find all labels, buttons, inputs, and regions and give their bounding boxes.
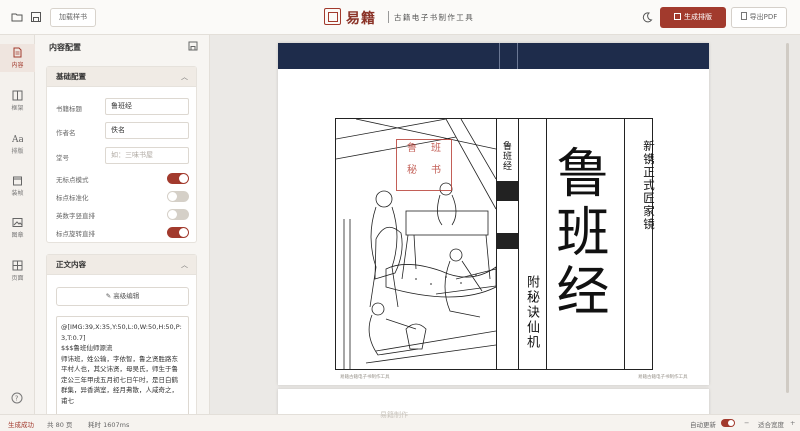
seal-char: 书 <box>431 165 441 176</box>
preview-scrollbar[interactable] <box>786 43 789 393</box>
auto-refresh-label: 自动更新 <box>690 421 716 429</box>
rotate-punctuation-toggle[interactable] <box>167 227 189 238</box>
status-state: 生成成功 <box>8 421 34 429</box>
column-line <box>546 119 547 369</box>
layout-icon <box>674 13 681 20</box>
save-icon[interactable] <box>30 11 42 23</box>
content-config-panel: 内容配置 基础配置 ︿ 书籍标题 鲁班经 作者名 佚名 堂号 如：三味书屋 无标… <box>35 35 210 414</box>
book-title-input[interactable]: 鲁班经 <box>105 98 189 115</box>
author-label: 作者名 <box>56 129 76 137</box>
toggle-label: 标点旋转直排 <box>56 230 95 238</box>
page-footer-left: 易籍古籍电子书制作工具 <box>340 375 390 380</box>
logo-divider <box>388 11 389 23</box>
spine-line <box>518 119 519 369</box>
rail-label: 框架 <box>11 105 24 112</box>
cover-page: 鲁 班 秘 书 鲁班经 鲁班经 新镌正式匠家镜 附秘诀仙机 易籍古籍电子书制作工… <box>278 43 709 385</box>
save-config-icon[interactable] <box>188 41 198 51</box>
moon-icon[interactable] <box>641 11 653 23</box>
band-divider <box>499 43 500 69</box>
grid-icon <box>12 260 23 271</box>
page-footer-right: 易籍古籍电子书制作工具 <box>638 375 688 380</box>
logo-seal-icon <box>324 8 341 25</box>
fishtail-mark <box>497 233 518 249</box>
zoom-out-icon[interactable]: − <box>744 419 749 427</box>
rail-item-page[interactable]: 页面 <box>0 257 35 285</box>
generate-label: 生成排版 <box>684 13 712 21</box>
app-logo-subtitle: 古籍电子书制作工具 <box>394 13 475 22</box>
document-icon <box>13 47 22 58</box>
auto-refresh-toggle[interactable] <box>721 419 735 427</box>
basic-config-card: 基础配置 ︿ 书籍标题 鲁班经 作者名 佚名 堂号 如：三味书屋 无标点模式 标… <box>46 66 197 243</box>
export-label: 导出PDF <box>749 13 778 21</box>
typography-icon: Aa <box>12 135 23 144</box>
rail-item-binding[interactable]: 装帧 <box>0 172 35 200</box>
no-punctuation-toggle[interactable] <box>167 173 189 184</box>
load-sample-button[interactable]: 加载样书 <box>50 8 96 27</box>
top-bar: 加载样书 易籍 古籍电子书制作工具 生成排版 导出PDF <box>0 0 800 35</box>
zoom-fit-button[interactable]: 适合宽度 <box>758 419 784 429</box>
spine-title: 鲁班经 <box>501 141 511 171</box>
body-text-editor[interactable]: @[IMG:39,X:35,Y:50,L:0,W:50,H:50,P:3,T:0… <box>56 316 189 414</box>
preview-area: 鲁 班 秘 书 鲁班经 鲁班经 新镌正式匠家镜 附秘诀仙机 易籍古籍电子书制作工… <box>210 35 800 419</box>
fishtail-mark <box>497 181 518 201</box>
panel-title: 内容配置 <box>49 43 81 52</box>
book-appendix-title: 附秘诀仙机 <box>524 275 539 350</box>
chevron-up-icon: ︿ <box>181 261 188 269</box>
app-logo-title: 易籍 <box>346 11 376 27</box>
body-content-card: 正文内容 ︿ ✎ 高级编辑 @[IMG:39,X:35,Y:50,L:0,W:5… <box>46 254 197 414</box>
zoom-in-icon[interactable]: + <box>790 419 795 427</box>
watermark: 易籍制作 <box>380 411 408 419</box>
svg-text:Aa: Aa <box>12 135 23 144</box>
rail-label: 图章 <box>11 232 24 239</box>
svg-text:?: ? <box>15 395 19 403</box>
page-count: 共 80 页 <box>47 421 73 429</box>
red-seal-stamp: 鲁 班 秘 书 <box>396 139 452 191</box>
rail-item-content[interactable]: 内容 <box>0 44 35 72</box>
chevron-up-icon: ︿ <box>181 73 188 81</box>
advanced-edit-label: 高级编辑 <box>113 292 140 300</box>
rail-item-frame[interactable]: 框架 <box>0 87 35 115</box>
rail-label: 装帧 <box>11 190 24 197</box>
punctuation-normalize-toggle[interactable] <box>167 191 189 202</box>
basic-config-title: 基础配置 <box>56 72 86 81</box>
rail-label: 页面 <box>11 275 24 282</box>
generate-layout-button[interactable]: 生成排版 <box>660 7 726 28</box>
book-main-title: 鲁班经 <box>548 145 609 322</box>
title-label: 书籍标题 <box>56 105 82 113</box>
toggle-label: 无标点模式 <box>56 176 89 184</box>
frame-icon <box>12 90 23 101</box>
render-time: 耗时 1607ms <box>88 421 130 429</box>
rail-label: 排版 <box>11 148 24 155</box>
left-nav-rail: 内容 框架 Aa 排版 装帧 图章 页面 ? <box>0 35 35 414</box>
seal-char: 秘 <box>407 165 417 176</box>
rail-item-typesetting[interactable]: Aa 排版 <box>0 130 35 158</box>
basic-config-header[interactable]: 基础配置 ︿ <box>47 67 196 87</box>
book-subtitle: 新镌正式匠家镜 <box>642 140 656 231</box>
cover-top-band <box>278 43 709 69</box>
seal-char: 鲁 <box>407 143 417 154</box>
image-icon <box>12 218 23 227</box>
author-input[interactable]: 佚名 <box>105 122 189 139</box>
folder-icon[interactable] <box>11 11 23 23</box>
hall-name-input[interactable]: 如：三味书屋 <box>105 147 189 164</box>
advanced-edit-button[interactable]: ✎ 高级编辑 <box>56 287 189 306</box>
seal-char: 班 <box>431 143 441 154</box>
file-icon <box>740 12 747 20</box>
rail-item-seal[interactable]: 图章 <box>0 214 35 242</box>
column-line <box>624 119 625 369</box>
toggle-label: 英数字竖直排 <box>56 212 95 220</box>
band-divider <box>517 43 518 69</box>
help-icon[interactable]: ? <box>11 392 23 404</box>
rail-label: 内容 <box>11 62 24 69</box>
binding-icon <box>13 176 22 186</box>
vertical-alnum-toggle[interactable] <box>167 209 189 220</box>
toggle-label: 标点标准化 <box>56 194 89 202</box>
hall-name-label: 堂号 <box>56 154 69 162</box>
body-content-header[interactable]: 正文内容 ︿ <box>47 255 196 275</box>
export-pdf-button[interactable]: 导出PDF <box>731 7 787 28</box>
body-content-title: 正文内容 <box>56 260 86 269</box>
